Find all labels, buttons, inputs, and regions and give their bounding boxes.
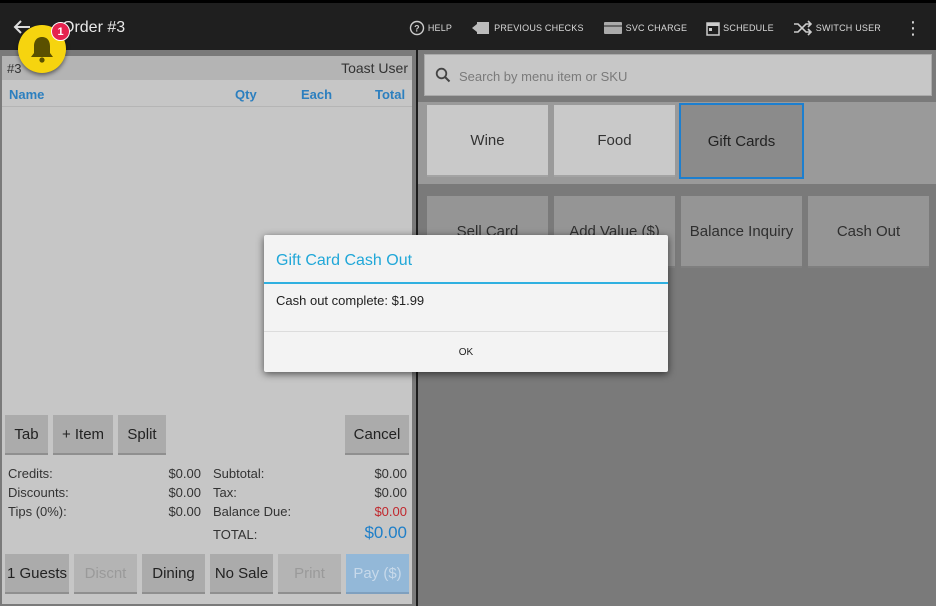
column-header-divider xyxy=(2,106,412,107)
header-actions: ? HELP PREVIOUS CHECKS SVC CHARGE SCHEDU… xyxy=(409,3,936,53)
split-button[interactable]: Split xyxy=(118,415,166,455)
no-sale-button[interactable]: No Sale xyxy=(210,554,273,594)
column-header-each: Each xyxy=(301,87,333,102)
discount-button[interactable]: Discnt xyxy=(74,554,137,594)
search-placeholder: Search by menu item or SKU xyxy=(459,69,628,84)
help-button[interactable]: ? HELP xyxy=(409,20,452,36)
svc-charge-button[interactable]: SVC CHARGE xyxy=(603,20,688,36)
calendar-icon xyxy=(706,22,720,36)
order-action-row: Tab + Item Split Cancel xyxy=(2,410,412,460)
overflow-menu-icon[interactable]: ⋮ xyxy=(900,19,926,37)
schedule-label: SCHEDULE xyxy=(723,23,774,33)
balance-inquiry-button[interactable]: Balance Inquiry xyxy=(681,196,802,268)
total-label: TOTAL: xyxy=(213,527,258,542)
tips-label: Tips (0%): xyxy=(8,504,67,519)
dialog-title: Gift Card Cash Out xyxy=(276,252,413,269)
previous-checks-label: PREVIOUS CHECKS xyxy=(494,23,584,33)
previous-checks-icon xyxy=(472,22,490,34)
category-wine[interactable]: Wine xyxy=(427,105,548,177)
order-number: #3 xyxy=(7,61,22,76)
order-bottom-row: 1 Guests Discnt Dining No Sale Print Pay… xyxy=(2,550,412,604)
subtotal-value: $0.00 xyxy=(374,466,407,481)
gift-card-cash-out-dialog: Gift Card Cash Out Cash out complete: $1… xyxy=(264,235,668,372)
dialog-title-divider xyxy=(264,282,668,284)
category-bar: Wine Food Gift Cards xyxy=(418,102,936,184)
dining-button[interactable]: Dining xyxy=(142,554,205,594)
discounts-value: $0.00 xyxy=(168,485,201,500)
order-user: Toast User xyxy=(341,60,408,76)
subtotal-label: Subtotal: xyxy=(213,466,265,481)
balance-due-label: Balance Due: xyxy=(213,504,292,519)
guests-button[interactable]: 1 Guests xyxy=(5,554,69,594)
help-label: HELP xyxy=(427,23,453,33)
bell-icon xyxy=(31,37,53,63)
tax-label: Tax: xyxy=(213,485,237,500)
category-gift-cards[interactable]: Gift Cards xyxy=(679,103,804,179)
column-header-name: Name xyxy=(9,87,45,102)
tab-button[interactable]: Tab xyxy=(5,415,48,455)
print-button[interactable]: Print xyxy=(278,554,341,594)
cancel-button[interactable]: Cancel xyxy=(345,415,409,455)
svc-charge-label: SVC CHARGE xyxy=(625,23,688,33)
shuffle-icon xyxy=(793,20,812,36)
credits-label: Credits: xyxy=(8,466,53,481)
tax-value: $0.00 xyxy=(374,485,407,500)
column-header-total: Total xyxy=(375,87,406,102)
notification-count-badge: 1 xyxy=(51,22,70,41)
category-food[interactable]: Food xyxy=(554,105,675,177)
schedule-button[interactable]: SCHEDULE xyxy=(706,20,774,36)
svg-text:?: ? xyxy=(414,24,420,34)
balance-due-value: $0.00 xyxy=(374,504,407,519)
dialog-message: Cash out complete: $1.99 xyxy=(276,293,425,308)
pay-button[interactable]: Pay ($) xyxy=(346,554,409,594)
ok-button[interactable]: OK xyxy=(264,332,668,372)
credits-value: $0.00 xyxy=(168,466,201,481)
order-title: Order #3 xyxy=(62,19,126,36)
switch-user-label: SWITCH USER xyxy=(815,23,881,33)
column-header-qty: Qty xyxy=(235,87,257,102)
switch-user-button[interactable]: SWITCH USER xyxy=(793,20,881,36)
add-item-button[interactable]: + Item xyxy=(53,415,113,455)
search-icon xyxy=(435,67,451,83)
discounts-label: Discounts: xyxy=(8,485,69,500)
top-bar: Order #3 ? HELP PREVIOUS CHECKS SVC CHAR… xyxy=(0,0,936,50)
total-value: $0.00 xyxy=(364,523,407,542)
cash-out-button[interactable]: Cash Out xyxy=(808,196,929,268)
credit-card-icon xyxy=(603,22,622,34)
previous-checks-button[interactable]: PREVIOUS CHECKS xyxy=(471,20,584,36)
order-totals: Credits: $0.00 Discounts: $0.00 Tips (0%… xyxy=(2,460,412,550)
tips-value: $0.00 xyxy=(168,504,201,519)
help-icon: ? xyxy=(409,20,425,36)
menu-search-input[interactable]: Search by menu item or SKU xyxy=(424,54,932,96)
